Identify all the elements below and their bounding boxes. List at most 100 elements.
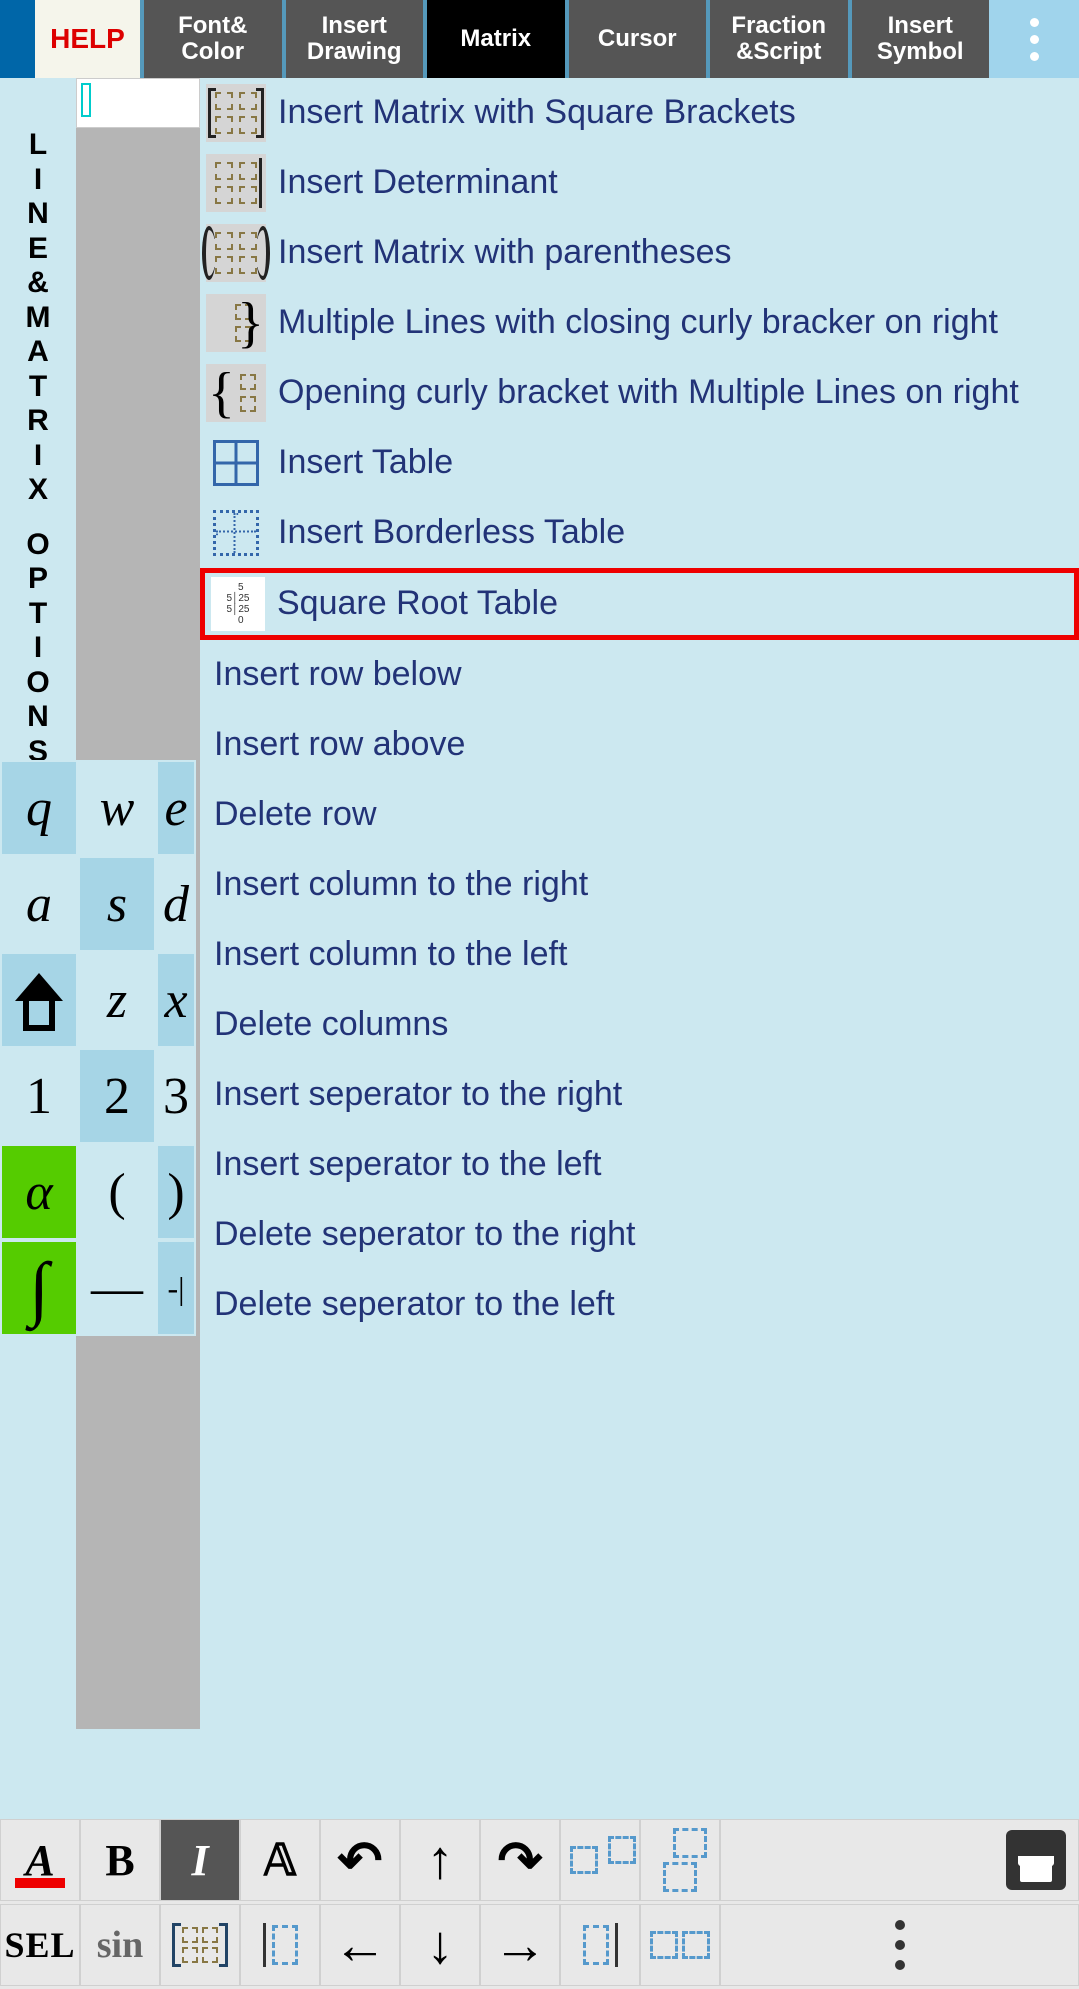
save-button[interactable] bbox=[720, 1819, 1079, 1901]
key-paren-open[interactable]: ( bbox=[78, 1144, 156, 1240]
undo-icon: ↶ bbox=[337, 1829, 382, 1892]
italic-button[interactable]: I bbox=[160, 1819, 240, 1901]
menu-label: Insert column to the right bbox=[214, 865, 588, 904]
tab-insert-drawing[interactable]: Insert Drawing bbox=[282, 0, 424, 78]
menu-insert-determinant[interactable]: Insert Determinant bbox=[200, 148, 1079, 218]
key-shift[interactable] bbox=[0, 952, 78, 1048]
menu-insert-row-above[interactable]: Insert row above bbox=[200, 710, 1079, 780]
key-bar[interactable]: -| bbox=[156, 1240, 196, 1336]
key-q[interactable]: q bbox=[0, 760, 78, 856]
key-integral[interactable]: ∫ bbox=[0, 1240, 78, 1336]
bottom-toolbar: A B I 𝔸 ↶ ↑ ↷ SEL sin ← ↓ → bbox=[0, 1819, 1079, 1989]
sin-button[interactable]: sin bbox=[80, 1904, 160, 1986]
key-minus[interactable]: — bbox=[78, 1240, 156, 1336]
matrix-bracket-icon bbox=[172, 1917, 228, 1973]
arrow-left-button[interactable]: ← bbox=[320, 1904, 400, 1986]
arrow-down-button[interactable]: ↓ bbox=[400, 1904, 480, 1986]
more-menu-button[interactable] bbox=[989, 0, 1079, 78]
menu-insert-matrix-paren[interactable]: Insert Matrix with parentheses bbox=[200, 218, 1079, 288]
menu-label: Insert Borderless Table bbox=[278, 513, 625, 552]
key-paren-close[interactable]: ) bbox=[156, 1144, 196, 1240]
sep-left-icon bbox=[263, 1923, 298, 1967]
sep-left-button[interactable] bbox=[240, 1904, 320, 1986]
bold-button[interactable]: B bbox=[80, 1819, 160, 1901]
menu-delete-sep-left[interactable]: Delete seperator to the left bbox=[200, 1270, 1079, 1340]
key-e[interactable]: e bbox=[156, 760, 196, 856]
key-x[interactable]: x bbox=[156, 952, 196, 1048]
key-1[interactable]: 1 bbox=[0, 1048, 78, 1144]
key-3[interactable]: 3 bbox=[156, 1048, 196, 1144]
menu-insert-row-below[interactable]: Insert row below bbox=[200, 640, 1079, 710]
key-2[interactable]: 2 bbox=[78, 1048, 156, 1144]
box-stack-button[interactable] bbox=[640, 1819, 720, 1901]
tab-cursor[interactable]: Cursor bbox=[565, 0, 707, 78]
arrow-down-icon: ↓ bbox=[427, 1914, 454, 1976]
menu-label: Insert seperator to the left bbox=[214, 1145, 601, 1184]
matrix-menu: Insert Matrix with Square Brackets Inser… bbox=[200, 78, 1079, 1729]
menu-curly-right[interactable]: } Multiple Lines with closing curly brac… bbox=[200, 288, 1079, 358]
editor-cursor bbox=[81, 83, 91, 117]
undo-button[interactable]: ↶ bbox=[320, 1819, 400, 1901]
key-a[interactable]: a bbox=[0, 856, 78, 952]
menu-insert-borderless-table[interactable]: Insert Borderless Table bbox=[200, 498, 1079, 568]
menu-label: Delete row bbox=[214, 795, 377, 834]
arrow-right-button[interactable]: → bbox=[480, 1904, 560, 1986]
matrix-bracket-button[interactable] bbox=[160, 1904, 240, 1986]
font-style-button[interactable]: 𝔸 bbox=[240, 1819, 320, 1901]
menu-square-root-table[interactable]: 55│255│25 0 Square Root Table bbox=[200, 568, 1079, 640]
save-icon bbox=[1006, 1830, 1066, 1890]
redo-button[interactable]: ↷ bbox=[480, 1819, 560, 1901]
menu-delete-sep-right[interactable]: Delete seperator to the right bbox=[200, 1200, 1079, 1270]
help-button[interactable]: HELP bbox=[0, 0, 140, 78]
vertical-dots-icon bbox=[895, 1920, 905, 1970]
menu-label: Insert row above bbox=[214, 725, 465, 764]
virtual-keyboard: q w e a s d z x 1 2 3 α ( ) ∫ — -| bbox=[0, 760, 200, 1336]
tab-font-color[interactable]: Font& Color bbox=[140, 0, 282, 78]
menu-curly-left[interactable]: { Opening curly bracket with Multiple Li… bbox=[200, 358, 1079, 428]
tab-fraction-script[interactable]: Fraction &Script bbox=[706, 0, 848, 78]
sep-right-icon bbox=[583, 1923, 618, 1967]
menu-label: Delete seperator to the left bbox=[214, 1285, 615, 1324]
tab-insert-symbol[interactable]: Insert Symbol bbox=[848, 0, 990, 78]
box-right-button[interactable] bbox=[560, 1819, 640, 1901]
menu-label: Insert Matrix with parentheses bbox=[278, 233, 732, 272]
font-color-button[interactable]: A bbox=[0, 1819, 80, 1901]
menu-label: Insert Determinant bbox=[278, 163, 558, 202]
key-z[interactable]: z bbox=[78, 952, 156, 1048]
select-button[interactable]: SEL bbox=[0, 1904, 80, 1986]
top-toolbar: HELP Font& Color Insert Drawing Matrix C… bbox=[0, 0, 1079, 78]
menu-label: Insert row below bbox=[214, 655, 462, 694]
key-alpha[interactable]: α bbox=[0, 1144, 78, 1240]
menu-insert-matrix-square[interactable]: Insert Matrix with Square Brackets bbox=[200, 78, 1079, 148]
menu-insert-sep-right[interactable]: Insert seperator to the right bbox=[200, 1060, 1079, 1130]
tab-matrix[interactable]: Matrix bbox=[423, 0, 565, 78]
menu-label: Insert Table bbox=[278, 443, 453, 482]
box-right-icon bbox=[570, 1846, 630, 1874]
box-stack-icon bbox=[663, 1828, 697, 1892]
menu-delete-cols[interactable]: Delete columns bbox=[200, 990, 1079, 1060]
menu-label: Insert seperator to the right bbox=[214, 1075, 622, 1114]
arrow-up-button[interactable]: ↑ bbox=[400, 1819, 480, 1901]
sqrt-table-icon: 55│255│25 0 bbox=[211, 577, 265, 631]
redo-icon: ↷ bbox=[497, 1829, 542, 1892]
arrow-right-icon: → bbox=[493, 1914, 547, 1976]
menu-label: Square Root Table bbox=[277, 584, 558, 623]
arrow-up-icon: ↑ bbox=[427, 1829, 454, 1891]
menu-delete-row[interactable]: Delete row bbox=[200, 780, 1079, 850]
more-actions-button[interactable] bbox=[720, 1904, 1079, 1986]
menu-label: Insert column to the left bbox=[214, 935, 567, 974]
menu-label: Insert Matrix with Square Brackets bbox=[278, 93, 796, 132]
menu-insert-col-left[interactable]: Insert column to the left bbox=[200, 920, 1079, 990]
menu-label: Opening curly bracket with Multiple Line… bbox=[278, 373, 1019, 412]
key-s[interactable]: s bbox=[78, 856, 156, 952]
key-d[interactable]: d bbox=[156, 856, 196, 952]
menu-label: Delete seperator to the right bbox=[214, 1215, 635, 1254]
menu-insert-sep-left[interactable]: Insert seperator to the left bbox=[200, 1130, 1079, 1200]
menu-insert-table[interactable]: Insert Table bbox=[200, 428, 1079, 498]
shift-icon bbox=[17, 973, 61, 1027]
sep-right-button[interactable] bbox=[560, 1904, 640, 1986]
box-pair-button[interactable] bbox=[640, 1904, 720, 1986]
menu-insert-col-right[interactable]: Insert column to the right bbox=[200, 850, 1079, 920]
key-w[interactable]: w bbox=[78, 760, 156, 856]
editor-canvas[interactable] bbox=[76, 78, 200, 128]
